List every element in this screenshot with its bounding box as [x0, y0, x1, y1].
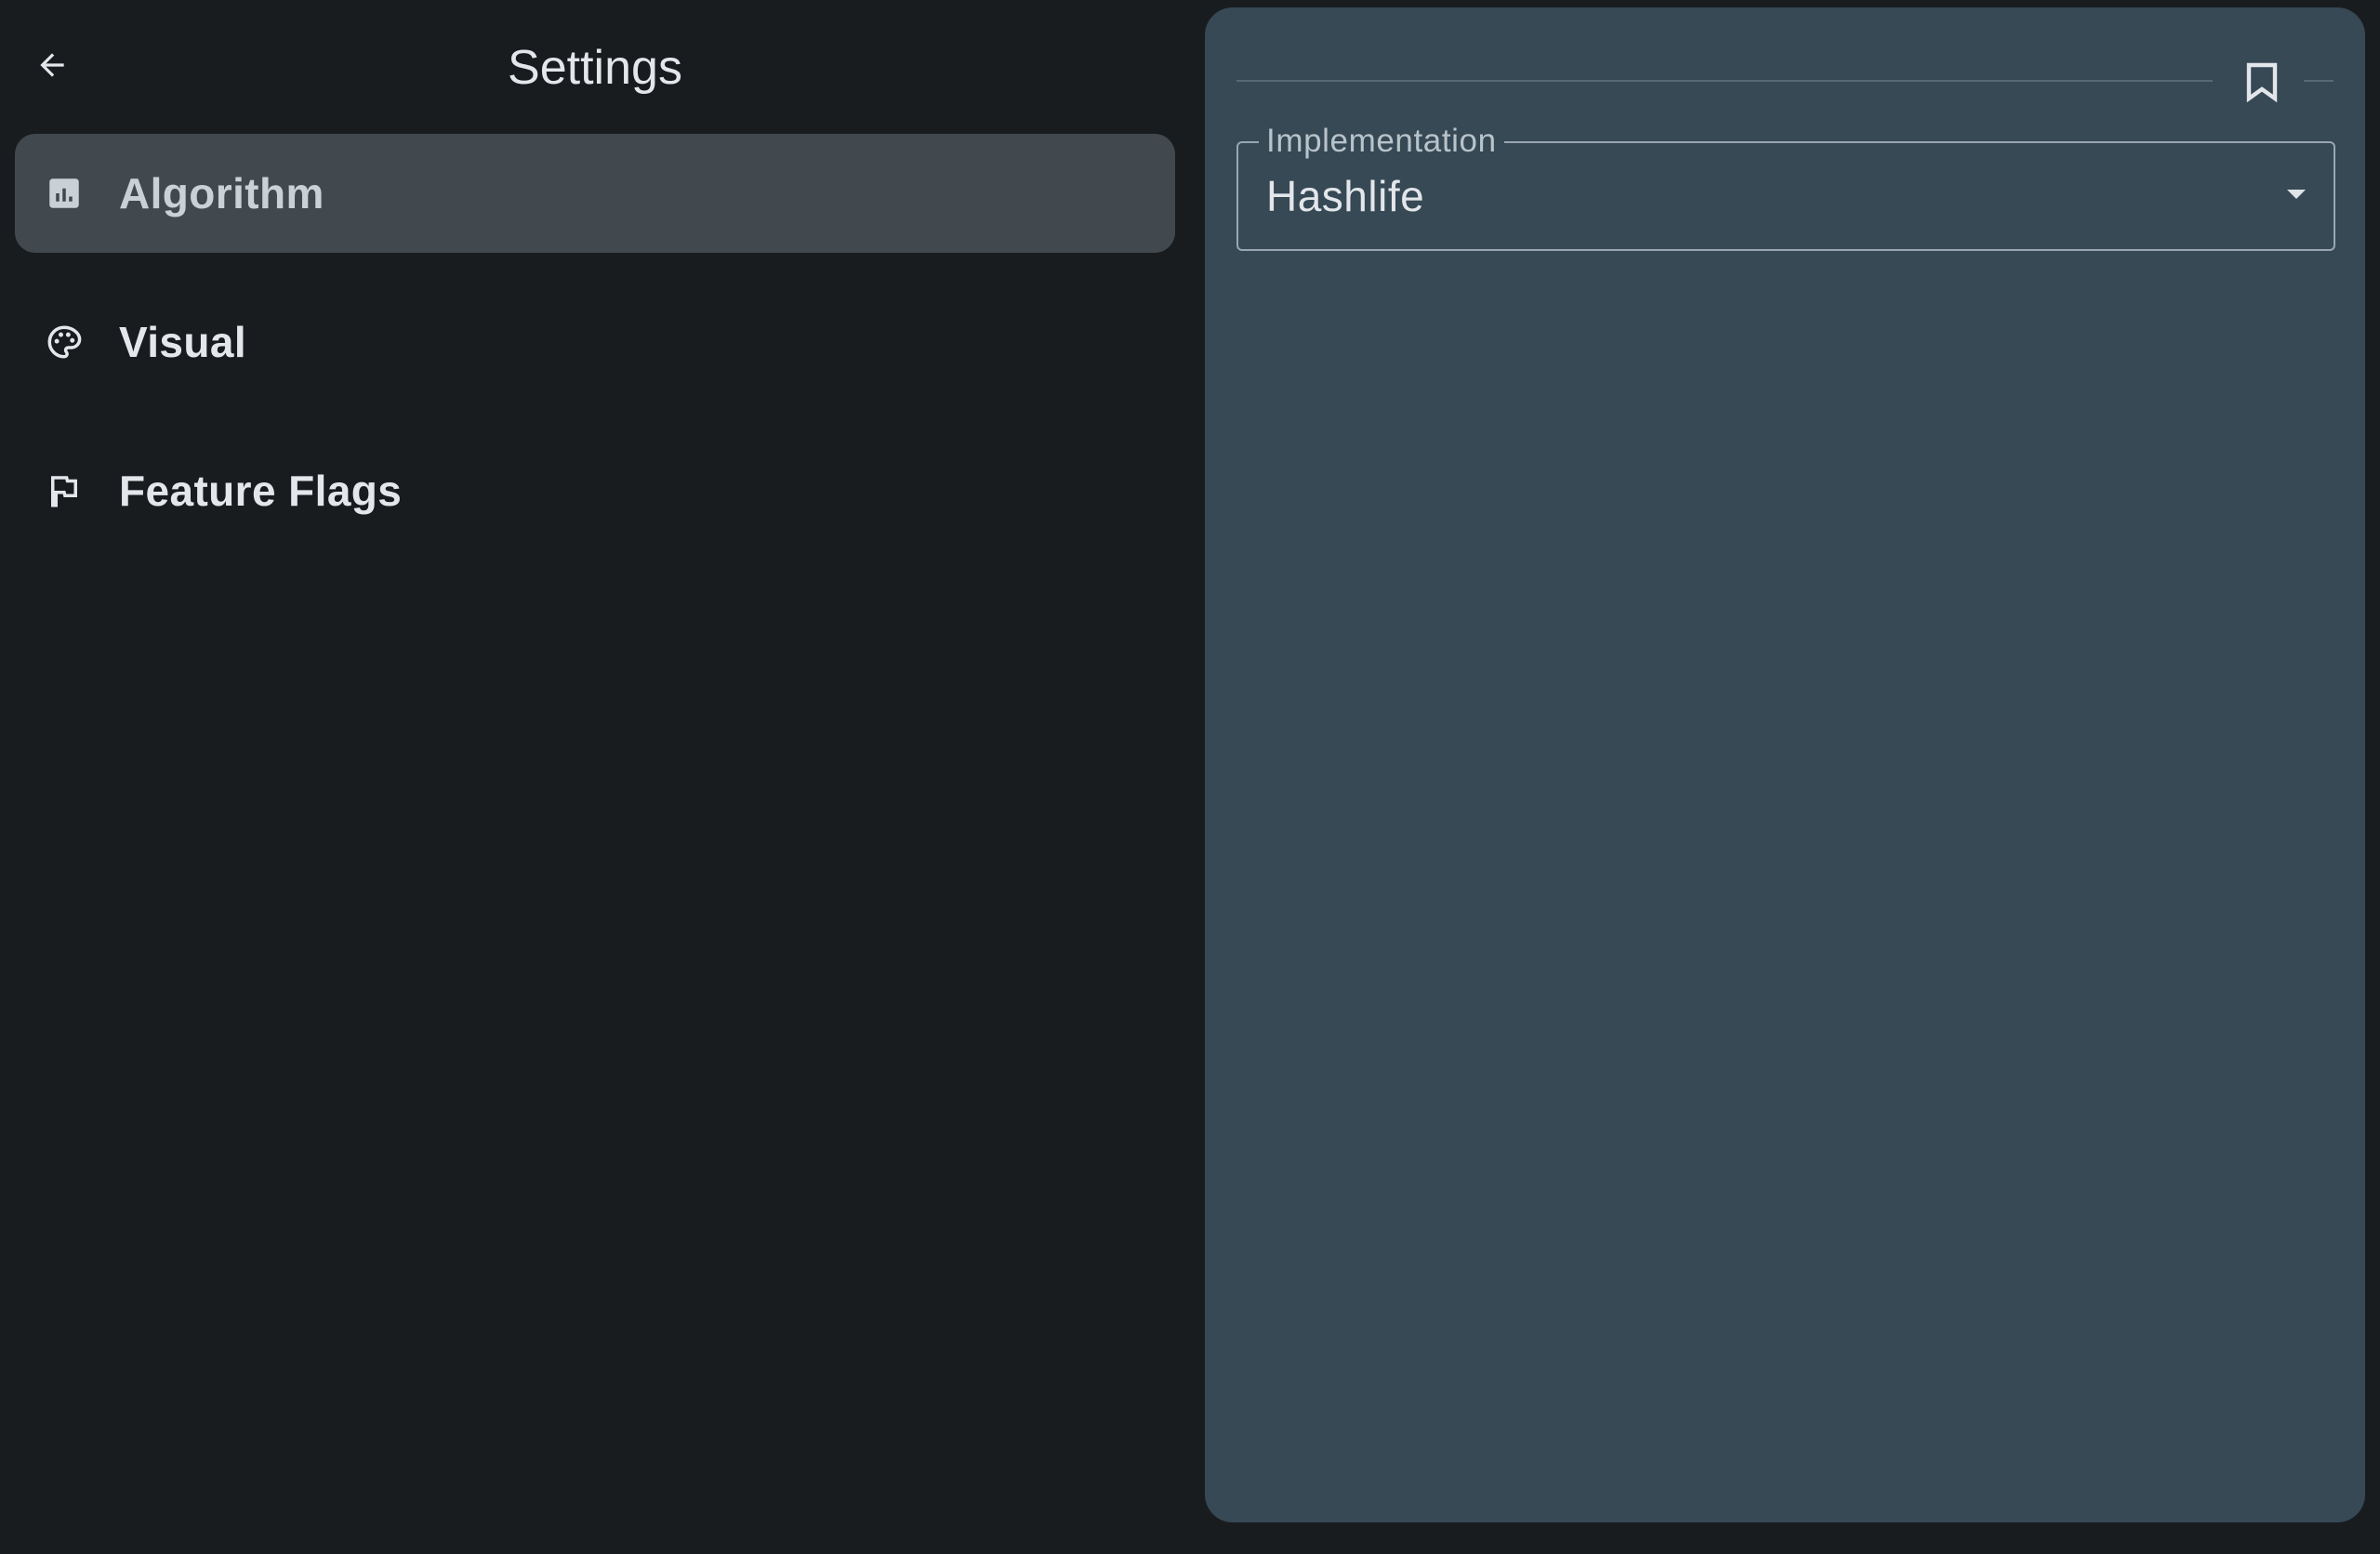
nav-item-visual[interactable]: Visual [15, 283, 1175, 402]
nav-item-algorithm[interactable]: Algorithm [15, 134, 1175, 253]
divider [2304, 80, 2334, 82]
nav-item-label: Algorithm [119, 169, 324, 217]
bookmark-icon [2244, 61, 2280, 107]
flag-icon [45, 471, 84, 510]
arrow-drop-down-icon [2287, 190, 2306, 199]
nav-item-label: Visual [119, 318, 247, 366]
divider [1236, 80, 2213, 82]
implementation-value: Hashlife [1266, 172, 1425, 220]
settings-category-list: Algorithm Visual Feature Flags [15, 134, 1175, 580]
nav-item-feature-flags[interactable]: Feature Flags [15, 431, 1175, 550]
nav-item-label: Feature Flags [119, 467, 403, 515]
algorithm-detail-pane: Implementation Hashlife [1205, 7, 2365, 1522]
page-title: Settings [508, 41, 682, 95]
top-app-bar: Settings [0, 0, 1190, 135]
bar-chart-icon [45, 174, 84, 213]
bookmark-button[interactable] [2237, 59, 2287, 109]
palette-icon [45, 323, 84, 362]
settings-nav-pane: Settings Algorithm Visual Feature Flags [0, 0, 1190, 1554]
implementation-select[interactable]: Implementation Hashlife [1236, 123, 2335, 251]
implementation-label: Implementation [1259, 123, 1504, 160]
